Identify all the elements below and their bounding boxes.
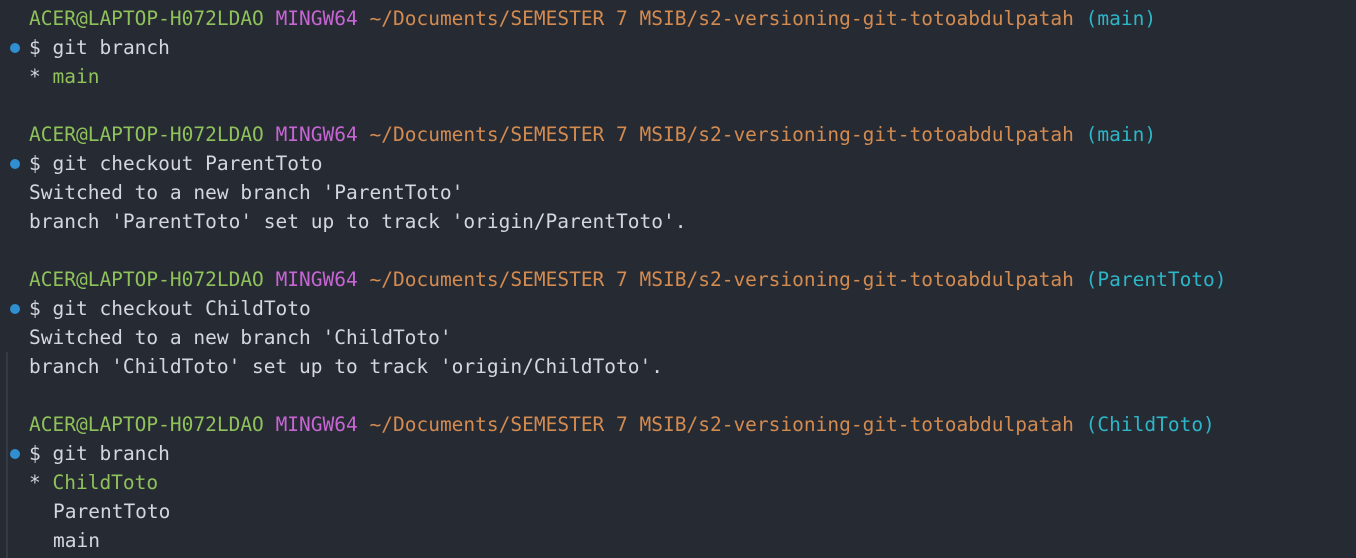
prompt-user-host: ACER@LAPTOP-H072LDAO — [29, 123, 264, 146]
output-line: branch 'ChildToto' set up to track 'orig… — [0, 352, 1356, 381]
prompt-symbol: $ — [29, 152, 41, 175]
branch-name: ParentToto — [53, 500, 171, 523]
output-text: branch 'ParentToto' set up to track 'ori… — [29, 210, 687, 233]
output-text: Switched to a new branch 'ChildToto' — [29, 326, 452, 349]
prompt-path: ~/Documents/SEMESTER 7 MSIB/s2-versionin… — [369, 7, 1074, 30]
terminal-output[interactable]: ACER@LAPTOP-H072LDAO MINGW64 ~/Documents… — [0, 0, 1356, 558]
current-branch-marker: * — [29, 471, 53, 494]
output-line: Switched to a new branch 'ChildToto' — [0, 323, 1356, 352]
prompt-line: ACER@LAPTOP-H072LDAO MINGW64 ~/Documents… — [0, 265, 1356, 294]
current-branch-marker: * — [29, 65, 53, 88]
command-decoration-dot[interactable] — [10, 158, 20, 169]
prompt-branch: (ChildToto) — [1085, 413, 1215, 436]
command-text: git branch — [52, 442, 170, 465]
prompt-path: ~/Documents/SEMESTER 7 MSIB/s2-versionin… — [369, 268, 1074, 291]
command-line: $ git checkout ParentToto — [0, 149, 1356, 178]
output-line: * main — [0, 62, 1356, 91]
command-text: git checkout ParentToto — [52, 152, 323, 175]
command-text: git checkout ChildToto — [52, 297, 311, 320]
prompt-symbol: $ — [29, 36, 41, 59]
prompt-line: ACER@LAPTOP-H072LDAO MINGW64 ~/Documents… — [0, 120, 1356, 149]
branch-name: main — [53, 529, 100, 552]
command-line: $ git branch — [0, 439, 1356, 468]
prompt-shell: MINGW64 — [275, 268, 358, 291]
prompt-branch: (ParentToto) — [1085, 268, 1227, 291]
command-decoration-dot[interactable] — [10, 42, 20, 53]
prompt-user-host: ACER@LAPTOP-H072LDAO — [29, 413, 264, 436]
output-line: Switched to a new branch 'ParentToto' — [0, 178, 1356, 207]
prompt-line: ACER@LAPTOP-H072LDAO MINGW64 ~/Documents… — [0, 4, 1356, 33]
prompt-shell: MINGW64 — [275, 123, 358, 146]
command-decoration-dot[interactable] — [10, 448, 20, 459]
output-line: ParentToto — [0, 497, 1356, 526]
prompt-branch: (main) — [1085, 7, 1157, 30]
prompt-line: ACER@LAPTOP-H072LDAO MINGW64 ~/Documents… — [0, 410, 1356, 439]
command-decoration-dot[interactable] — [10, 303, 20, 314]
output-text: branch 'ChildToto' set up to track 'orig… — [29, 355, 663, 378]
output-line: branch 'ParentToto' set up to track 'ori… — [0, 207, 1356, 236]
command-text: git branch — [52, 36, 170, 59]
command-line: $ git branch — [0, 33, 1356, 62]
command-line: $ git checkout ChildToto — [0, 294, 1356, 323]
prompt-shell: MINGW64 — [275, 413, 358, 436]
prompt-shell: MINGW64 — [275, 7, 358, 30]
prompt-branch: (main) — [1085, 123, 1157, 146]
current-branch-name: main — [52, 65, 100, 88]
output-line: main — [0, 526, 1356, 555]
prompt-user-host: ACER@LAPTOP-H072LDAO — [29, 7, 264, 30]
prompt-path: ~/Documents/SEMESTER 7 MSIB/s2-versionin… — [369, 123, 1074, 146]
prompt-user-host: ACER@LAPTOP-H072LDAO — [29, 268, 264, 291]
current-branch-name: ChildToto — [52, 471, 159, 494]
output-text: Switched to a new branch 'ParentToto' — [29, 181, 464, 204]
prompt-symbol: $ — [29, 442, 41, 465]
prompt-path: ~/Documents/SEMESTER 7 MSIB/s2-versionin… — [369, 413, 1074, 436]
output-line: * ChildToto — [0, 468, 1356, 497]
prompt-symbol: $ — [29, 297, 41, 320]
